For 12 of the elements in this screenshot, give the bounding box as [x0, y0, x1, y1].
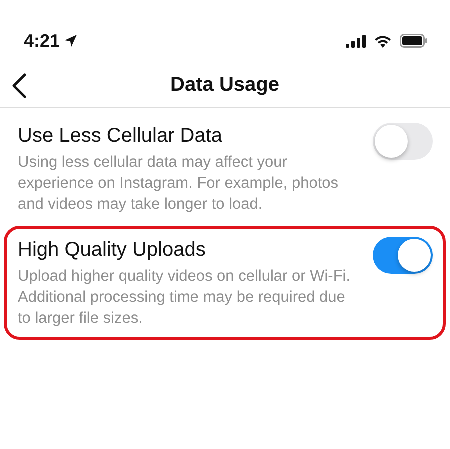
status-time: 4:21 — [24, 30, 60, 52]
battery-icon — [400, 34, 428, 48]
setting-description: Using less cellular data may affect your experience on Instagram. For example, photos and videos may take longer to load. — [18, 153, 340, 215]
page-title: Data Usage — [170, 72, 280, 98]
location-arrow-icon — [64, 34, 78, 48]
setting-title: High Quality Uploads — [18, 238, 206, 263]
wifi-icon — [374, 34, 392, 48]
setting-description: Upload higher quality videos on cellular or Wi-Fi. Additional processing time may be required due to larger file sizes. — [18, 267, 352, 329]
setting-title: Use Less Cellular Data — [18, 124, 223, 149]
toggle-switch[interactable] — [373, 237, 433, 274]
toggle-switch[interactable] — [373, 123, 433, 160]
signal-icon — [346, 34, 366, 48]
